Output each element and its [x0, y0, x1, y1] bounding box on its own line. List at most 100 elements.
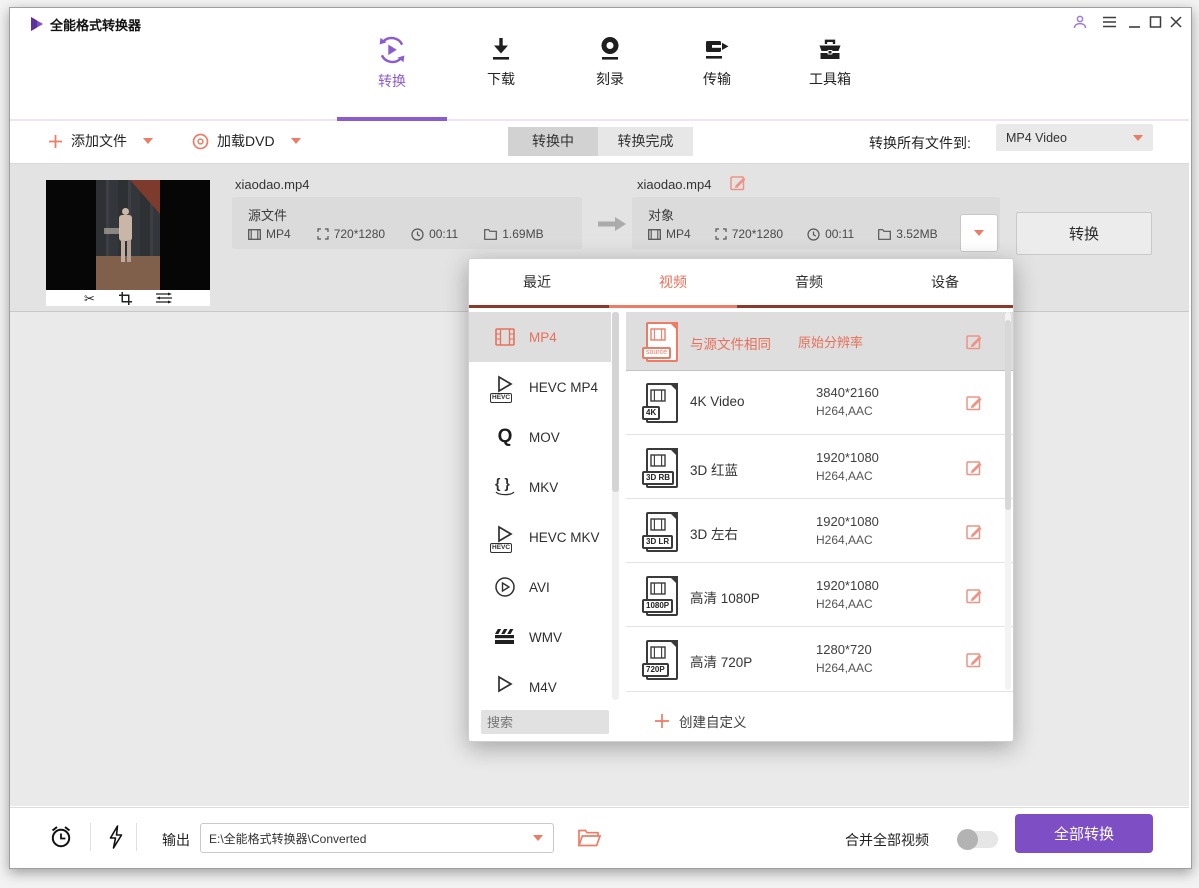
m4v-play-icon — [493, 675, 517, 699]
clock-icon — [807, 228, 820, 241]
convert-icon — [376, 34, 408, 66]
popup-tab-recent[interactable]: 最近 — [469, 259, 605, 305]
format-label: MP4 — [529, 330, 557, 345]
folder-icon — [484, 229, 497, 240]
effects-sliders-icon[interactable] — [156, 292, 172, 304]
crop-icon[interactable] — [119, 292, 132, 305]
format-item-m4v[interactable]: M4V — [469, 662, 611, 700]
schedule-alarm-icon[interactable] — [48, 824, 74, 850]
format-item-mov[interactable]: Q MOV — [469, 412, 611, 462]
caret-down-icon — [974, 230, 984, 236]
app-window: 全能格式转换器 转换 下载 — [9, 7, 1192, 869]
preset-row-3d-lr[interactable]: 3D LR 3D 左右 1920*1080H264,AAC — [626, 498, 1013, 563]
trim-scissors-icon[interactable]: ✂ — [84, 292, 95, 305]
mp4-film-icon — [493, 325, 517, 349]
format-label: HEVC MKV — [529, 530, 600, 545]
merge-toggle[interactable] — [958, 831, 998, 848]
tab-converting[interactable]: 转换中 — [508, 127, 598, 156]
popup-tab-video[interactable]: 视频 — [605, 259, 741, 305]
format-item-avi[interactable]: AVI — [469, 562, 611, 612]
tab-burn[interactable]: 刻录 — [581, 36, 639, 89]
folder-icon — [878, 229, 891, 240]
source-resolution: 720*1280 — [334, 227, 385, 241]
maximize-icon[interactable] — [1149, 15, 1162, 29]
rename-edit-icon[interactable] — [730, 174, 747, 191]
convert-button[interactable]: 转换 — [1016, 212, 1152, 255]
edit-icon[interactable] — [966, 333, 983, 350]
format-list-scrollbar[interactable] — [612, 312, 619, 700]
edit-icon[interactable] — [966, 523, 983, 540]
preset-resolution: 3840*2160H264,AAC — [816, 383, 879, 421]
preset-resolution: 1920*1080H264,AAC — [816, 576, 879, 614]
source-format: MP4 — [266, 227, 291, 241]
clock-icon — [411, 228, 424, 241]
close-icon[interactable] — [1169, 15, 1183, 29]
target-panel-title: 对象 — [648, 205, 674, 224]
hevc-play-icon: HEVC — [493, 375, 517, 399]
arrow-right-icon — [598, 215, 626, 233]
create-custom-button[interactable]: 创建自定义 — [655, 711, 747, 731]
tab-burn-label: 刻录 — [581, 69, 639, 89]
divider — [136, 823, 137, 851]
tab-transfer[interactable]: 传输 — [688, 36, 746, 89]
preset-source-icon: source — [646, 322, 678, 362]
preset-resolution: 1920*1080H264,AAC — [816, 512, 879, 550]
target-resolution: 720*1280 — [732, 227, 783, 241]
open-folder-icon[interactable] — [578, 829, 601, 847]
preset-row-3d-rb[interactable]: 3D RB 3D 红蓝 1920*1080H264,AAC — [626, 434, 1013, 499]
preset-row-4k[interactable]: 4K 4K Video 3840*2160H264,AAC — [626, 370, 1013, 434]
merge-toggle-thumb[interactable] — [957, 829, 978, 850]
preset-list-scrollbar-thumb[interactable] — [1005, 320, 1011, 510]
transfer-icon — [703, 36, 731, 64]
format-item-wmv[interactable]: WMV — [469, 612, 611, 662]
user-icon[interactable] — [1072, 14, 1088, 30]
output-path-input[interactable] — [201, 831, 533, 845]
search-input[interactable] — [481, 710, 609, 734]
minimize-icon[interactable] — [1128, 15, 1141, 29]
toolbox-icon — [816, 36, 844, 64]
preset-4k-icon: 4K — [646, 383, 678, 423]
popup-tab-device[interactable]: 设备 — [877, 259, 1013, 305]
tab-finished[interactable]: 转换完成 — [598, 127, 693, 156]
menu-icon[interactable] — [1102, 15, 1117, 29]
source-filename: xiaodao.mp4 — [235, 177, 309, 192]
source-size: 1.69MB — [502, 227, 543, 241]
preset-720p-icon: 720P — [646, 640, 678, 680]
caret-down-icon — [143, 138, 153, 144]
app-logo-icon — [29, 16, 45, 32]
preset-row-1080p[interactable]: 1080P 高清 1080P 1920*1080H264,AAC — [626, 562, 1013, 627]
format-item-mkv[interactable]: { } MKV — [469, 462, 611, 512]
edit-icon[interactable] — [966, 587, 983, 604]
caret-down-icon — [533, 835, 543, 841]
tab-toolbox[interactable]: 工具箱 — [797, 36, 863, 89]
thumbnail-toolbar: ✂ — [46, 290, 210, 306]
tab-download[interactable]: 下载 — [472, 36, 530, 89]
edit-icon[interactable] — [966, 394, 983, 411]
format-item-hevc-mp4[interactable]: HEVC HEVC MP4 — [469, 362, 611, 412]
add-files-label: 添加文件 — [71, 131, 127, 151]
performance-lightning-icon[interactable] — [106, 824, 124, 850]
edit-icon[interactable] — [966, 459, 983, 476]
format-dropdown-button[interactable] — [960, 214, 998, 252]
add-files-button[interactable]: 添加文件 — [48, 126, 153, 156]
thumbnail-frame — [96, 180, 160, 290]
tab-convert-label: 转换 — [362, 71, 422, 91]
popup-active-tab-underline — [609, 305, 737, 308]
format-list-scrollbar-thumb[interactable] — [612, 312, 619, 492]
preset-3d-rb-icon: 3D RB — [646, 448, 678, 488]
edit-icon[interactable] — [966, 651, 983, 668]
preset-list-scrollbar[interactable] — [1005, 312, 1011, 690]
format-label: M4V — [529, 680, 557, 695]
output-format-dropdown[interactable]: MP4 Video — [996, 124, 1153, 151]
convert-all-button[interactable]: 全部转换 — [1015, 814, 1153, 853]
format-item-mp4[interactable]: MP4 — [469, 312, 611, 362]
output-path-dropdown[interactable] — [200, 823, 554, 853]
preset-name: 4K Video — [690, 394, 745, 409]
load-dvd-button[interactable]: 加载DVD — [192, 126, 301, 156]
preset-row-source[interactable]: source 与源文件相同 原始分辨率 — [626, 312, 1013, 371]
preset-name: 高清 1080P — [690, 587, 760, 607]
format-item-hevc-mkv[interactable]: HEVC HEVC MKV — [469, 512, 611, 562]
tab-convert[interactable]: 转换 — [362, 34, 422, 91]
popup-tab-audio[interactable]: 音频 — [741, 259, 877, 305]
preset-row-720p[interactable]: 720P 高清 720P 1280*720H264,AAC — [626, 626, 1013, 692]
